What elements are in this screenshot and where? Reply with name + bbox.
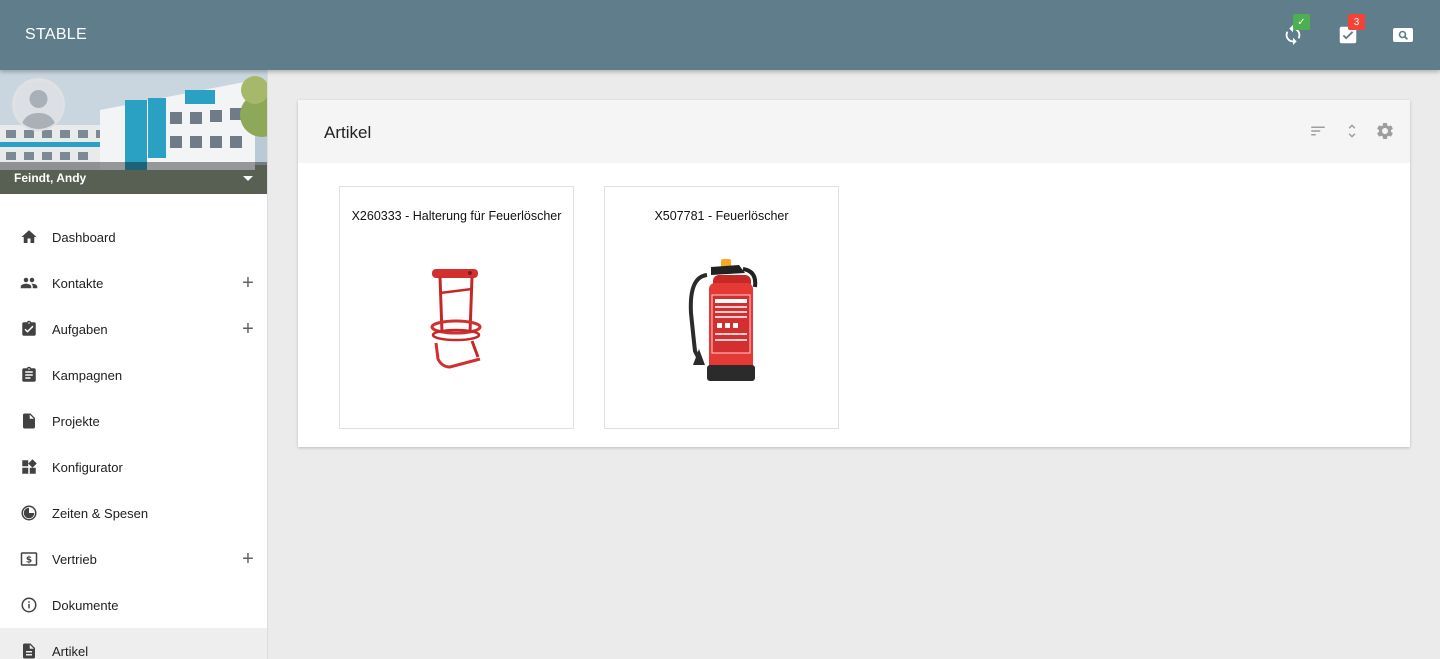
settings-icon xyxy=(1377,123,1393,139)
sidebar-item-projekte[interactable]: Projekte xyxy=(0,398,267,444)
article-title: X507781 - Feuerlöscher xyxy=(654,209,789,223)
sidebar-item-konfigurator[interactable]: Konfigurator xyxy=(0,444,267,490)
sidebar-item-label: Aufgaben xyxy=(52,322,108,337)
sidebar-item-vertrieb[interactable]: $ Vertrieb + xyxy=(0,536,267,582)
article-tile[interactable]: X507781 - Feuerlöscher xyxy=(604,186,839,429)
file-icon xyxy=(19,411,39,431)
sidebar-item-dokumente[interactable]: Dokumente xyxy=(0,582,267,628)
sidebar-item-label: Dokumente xyxy=(52,598,119,613)
sidebar-item-artikel[interactable]: Artikel xyxy=(0,628,267,659)
avatar[interactable] xyxy=(12,78,65,131)
profile-header: Feindt, Andy xyxy=(0,70,267,194)
article-icon xyxy=(19,641,39,659)
sidebar-nav: Dashboard Kontakte + Aufgaben + Kampagne… xyxy=(0,214,267,659)
sidebar-item-label: Zeiten & Spesen xyxy=(52,506,149,521)
sort-icon xyxy=(1311,126,1325,136)
expand-vertrieb-button[interactable]: + xyxy=(240,549,256,569)
sidebar-item-dashboard[interactable]: Dashboard xyxy=(0,214,267,260)
sidebar-item-label: Artikel xyxy=(52,644,89,659)
expand-kontakte-button[interactable]: + xyxy=(240,273,256,293)
sync-status-badge: ✓ xyxy=(1293,14,1310,30)
settings-button[interactable] xyxy=(1374,120,1396,142)
sidebar-item-aufgaben[interactable]: Aufgaben + xyxy=(0,306,267,352)
page-title: Artikel xyxy=(324,123,372,142)
expand-aufgaben-button[interactable]: + xyxy=(240,319,256,339)
extinguisher-image xyxy=(688,259,758,381)
sidebar-item-zeiten-spesen[interactable]: Zeiten & Spesen xyxy=(0,490,267,536)
sidebar-item-kampagnen[interactable]: Kampagnen xyxy=(0,352,267,398)
assignment-check-icon xyxy=(19,319,39,339)
sidebar-item-label: Konfigurator xyxy=(52,460,123,475)
info-icon xyxy=(19,595,39,615)
search-icon xyxy=(1393,28,1413,42)
expand-collapse-button[interactable] xyxy=(1341,120,1363,142)
app-title: STABLE xyxy=(25,26,87,43)
sidebar-item-label: Kampagnen xyxy=(52,368,123,383)
sort-button[interactable] xyxy=(1307,120,1329,142)
sidebar-item-kontakte[interactable]: Kontakte + xyxy=(0,260,267,306)
clock-icon xyxy=(19,503,39,523)
profile-dropdown-icon[interactable] xyxy=(243,176,253,181)
people-icon xyxy=(19,273,39,293)
search-button[interactable] xyxy=(1388,20,1418,50)
tasks-count-badge: 3 xyxy=(1348,14,1365,30)
sidebar: Feindt, Andy Dashboard Kontakte + Aufgab… xyxy=(0,70,268,659)
bracket-image xyxy=(430,269,482,369)
money-icon: $ xyxy=(19,549,39,569)
sync-button[interactable]: ✓ xyxy=(1278,14,1310,50)
expand-icon xyxy=(1348,124,1356,138)
tasks-button[interactable]: 3 xyxy=(1333,14,1365,50)
svg-text:$: $ xyxy=(26,555,32,565)
sidebar-item-label: Kontakte xyxy=(52,276,104,291)
sidebar-item-label: Vertrieb xyxy=(52,552,97,567)
top-app-bar: STABLE ✓ 3 xyxy=(0,0,1440,70)
home-icon xyxy=(19,227,39,247)
sidebar-item-label: Projekte xyxy=(52,414,100,429)
dashboard-tiles-icon xyxy=(19,457,39,477)
sidebar-item-label: Dashboard xyxy=(52,230,116,245)
article-title: X260333 - Halterung für Feuerlöscher xyxy=(351,209,562,223)
article-tile[interactable]: X260333 - Halterung für Feuerlöscher xyxy=(339,186,574,429)
articles-card: Artikel X260333 - Halterung für Feuerlös… xyxy=(298,100,1410,447)
profile-name: Feindt, Andy xyxy=(14,171,87,185)
card-header: Artikel xyxy=(298,100,1410,163)
clipboard-icon xyxy=(19,365,39,385)
user-silhouette-icon xyxy=(14,80,63,129)
